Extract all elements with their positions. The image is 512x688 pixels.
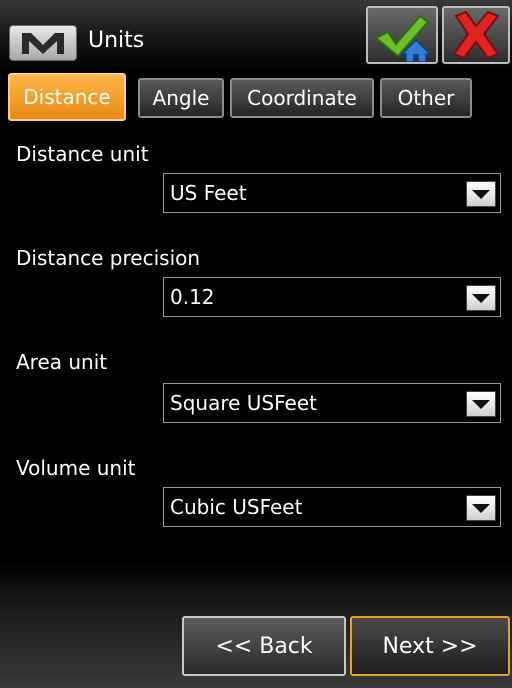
distance-unit-value: US Feet <box>170 181 247 205</box>
close-button[interactable] <box>442 6 510 64</box>
checkmark-home-icon <box>374 14 432 63</box>
distance-precision-value: 0.12 <box>170 285 215 309</box>
distance-unit-select[interactable]: US Feet <box>163 173 501 213</box>
confirm-button[interactable] <box>366 6 438 64</box>
area-unit-value: Square USFeet <box>170 391 317 415</box>
tab-other[interactable]: Other <box>380 78 472 118</box>
back-button[interactable]: << Back <box>182 616 346 676</box>
menu-button[interactable] <box>9 25 77 61</box>
volume-unit-label: Volume unit <box>16 456 136 480</box>
area-unit-select[interactable]: Square USFeet <box>163 383 501 423</box>
chevron-down-icon[interactable] <box>466 495 496 521</box>
volume-unit-value: Cubic USFeet <box>170 495 303 519</box>
close-x-icon <box>452 10 500 60</box>
tab-distance[interactable]: Distance <box>8 73 126 121</box>
distance-precision-label: Distance precision <box>16 246 201 270</box>
distance-unit-label: Distance unit <box>16 142 149 166</box>
m-logo-icon <box>22 33 64 54</box>
chevron-down-icon[interactable] <box>466 391 496 417</box>
tab-coordinate[interactable]: Coordinate <box>230 78 374 118</box>
next-button[interactable]: Next >> <box>350 616 510 676</box>
chevron-down-icon[interactable] <box>466 181 496 207</box>
title-bar: Units <box>0 0 512 68</box>
area-unit-label: Area unit <box>16 350 108 374</box>
distance-precision-select[interactable]: 0.12 <box>163 277 501 317</box>
volume-unit-select[interactable]: Cubic USFeet <box>163 487 501 527</box>
chevron-down-icon[interactable] <box>466 285 496 311</box>
page-title: Units <box>88 28 145 53</box>
tab-angle[interactable]: Angle <box>138 78 224 118</box>
